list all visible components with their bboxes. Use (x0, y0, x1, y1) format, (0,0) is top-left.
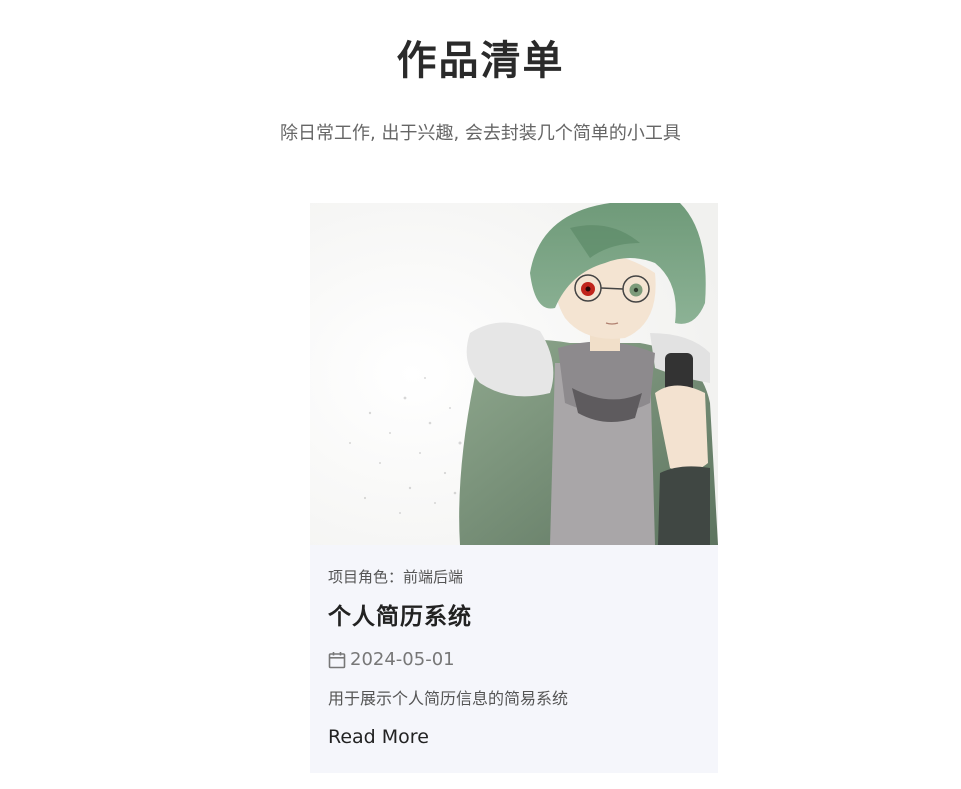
project-cover-image[interactable] (310, 203, 718, 545)
project-date-text: 2024-05-01 (350, 649, 455, 670)
project-title[interactable]: 个人简历系统 (328, 601, 700, 633)
calendar-icon (328, 652, 346, 669)
project-date: 2024-05-01 (328, 647, 700, 673)
page-subtitle: 除日常工作, 出于兴趣, 会去封装几个简单的小工具 (280, 123, 681, 144)
project-role-value: 前端后端 (403, 568, 464, 586)
page-title: 作品清单 (396, 38, 565, 84)
read-more-link[interactable]: Read More (328, 723, 429, 751)
project-role: 项目角色：前端后端 (328, 565, 700, 589)
project-card: 项目角色：前端后端 个人简历系统 2024-05-01 用于展示个人简历信息的简… (310, 203, 718, 773)
project-description: 用于展示个人简历信息的简易系统 (328, 689, 569, 708)
project-role-label: 项目角色： (328, 568, 404, 586)
